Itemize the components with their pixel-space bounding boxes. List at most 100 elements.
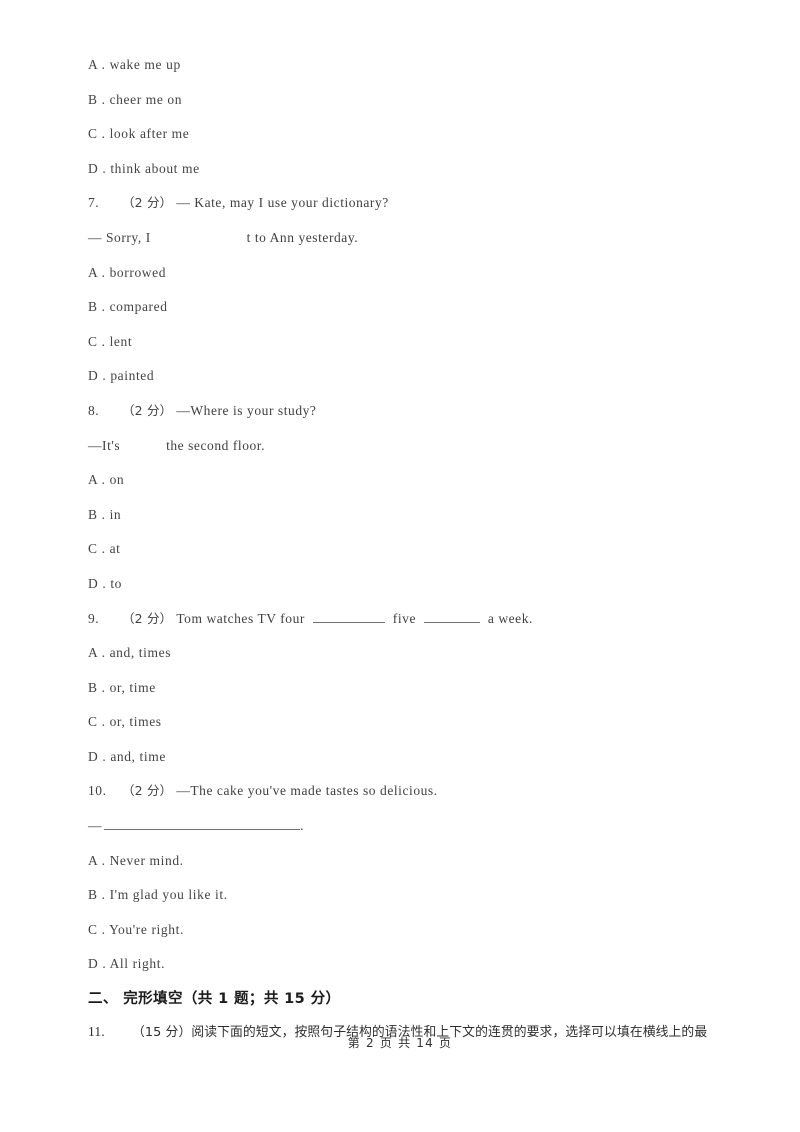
option-separator: .: [102, 368, 107, 384]
question-text-before-blank: — Sorry, I: [88, 229, 151, 245]
option-text: and, times: [109, 645, 172, 661]
option-letter: D: [88, 956, 99, 972]
question-text: —Where is your study?: [176, 402, 317, 418]
option-text: You're right.: [109, 921, 184, 937]
option-separator: .: [102, 160, 107, 176]
option-letter: A: [88, 472, 98, 488]
option-row: C . look after me: [88, 117, 758, 152]
option-text: to: [110, 575, 123, 591]
option-separator: .: [101, 852, 106, 868]
option-separator: .: [101, 333, 106, 349]
option-row: A . borrowed: [88, 256, 758, 291]
option-separator: .: [101, 541, 106, 557]
option-separator: .: [102, 748, 107, 764]
option-letter: D: [88, 748, 99, 764]
option-letter: A: [88, 264, 98, 280]
question-score: （2 分）: [121, 195, 173, 211]
option-row: C . or, times: [88, 705, 758, 740]
option-letter: D: [88, 575, 99, 591]
option-text: compared: [109, 299, 168, 315]
option-text: painted: [110, 368, 155, 384]
option-letter: A: [88, 645, 98, 661]
option-separator: .: [102, 575, 107, 591]
option-letter: A: [88, 852, 98, 868]
question-text-part-2: five: [392, 610, 416, 626]
option-letter: D: [88, 160, 99, 176]
question-score: （2 分）: [121, 783, 173, 799]
option-row: A . and, times: [88, 636, 758, 671]
question-number: 9.: [88, 610, 100, 626]
option-letter: B: [88, 299, 98, 315]
answer-blank-2: [423, 609, 480, 623]
question-number: 8.: [88, 402, 100, 418]
option-separator: .: [101, 714, 106, 730]
option-row: B . in: [88, 498, 758, 533]
option-text: lent: [109, 333, 133, 349]
question-text: — Kate, may I use your dictionary?: [176, 195, 389, 211]
question-stem: 8. （2 分） —Where is your study?: [88, 394, 758, 429]
option-letter: C: [88, 921, 98, 937]
question-text-before-blank: —It's: [88, 437, 121, 453]
option-letter: C: [88, 714, 98, 730]
question-text-after-blank: the second floor.: [166, 437, 266, 453]
option-text: and, time: [110, 748, 166, 764]
option-text: or, time: [109, 679, 156, 695]
question-text: —The cake you've made tastes so deliciou…: [176, 783, 438, 799]
option-text: in: [109, 506, 122, 522]
option-row: D . painted: [88, 359, 758, 394]
option-letter: A: [88, 57, 98, 72]
option-text: cheer me on: [109, 91, 183, 107]
exam-page: A . wake me up B . cheer me on C . look …: [0, 0, 800, 1132]
option-text: at: [109, 541, 121, 557]
option-row: C . lent: [88, 325, 758, 360]
option-row: C . at: [88, 532, 758, 567]
option-separator: .: [101, 264, 106, 280]
page-content: A . wake me up B . cheer me on C . look …: [88, 48, 758, 1048]
answer-blank-1: [312, 609, 385, 623]
option-row: D . All right.: [88, 947, 758, 982]
option-text: I'm glad you like it.: [109, 887, 228, 903]
option-row: A . Never mind.: [88, 844, 758, 879]
option-row: D . think about me: [88, 152, 758, 187]
answer-blank-full: [104, 816, 301, 831]
option-separator: .: [101, 645, 106, 661]
option-separator: .: [101, 472, 106, 488]
option-text: Never mind.: [109, 852, 184, 868]
question-stem: 7. （2 分） — Kate, may I use your dictiona…: [88, 186, 758, 221]
option-letter: B: [88, 506, 98, 522]
question-score: （2 分）: [121, 402, 173, 418]
option-letter: B: [88, 887, 98, 903]
option-letter: D: [88, 368, 99, 384]
question-stem: 10. （2 分） —The cake you've made tastes s…: [88, 774, 758, 809]
question-text-after-blank: .: [300, 818, 304, 834]
option-letter: C: [88, 126, 98, 142]
option-text: wake me up: [109, 57, 181, 72]
option-text: or, times: [109, 714, 162, 730]
option-separator: .: [101, 887, 106, 903]
option-row: D . and, time: [88, 740, 758, 775]
option-separator: .: [101, 57, 106, 72]
option-text: on: [109, 472, 125, 488]
question-text-part-1: Tom watches TV four: [176, 610, 305, 626]
option-text: look after me: [109, 126, 190, 142]
option-separator: .: [101, 506, 106, 522]
question-text-after-blank: t to Ann yesterday.: [246, 229, 359, 245]
option-letter: B: [88, 679, 98, 695]
option-row: D . to: [88, 567, 758, 602]
option-row: B . or, time: [88, 671, 758, 706]
question-dash: —: [88, 818, 103, 834]
option-row: B . cheer me on: [88, 83, 758, 118]
question-stem-second-line: —It's the second floor.: [88, 429, 758, 464]
option-row: B . I'm glad you like it.: [88, 878, 758, 913]
question-stem: 9. （2 分） Tom watches TV four five a week…: [88, 602, 758, 637]
page-footer: 第 2 页 共 14 页: [347, 1036, 453, 1050]
option-letter: B: [88, 91, 98, 107]
option-separator: .: [101, 91, 106, 107]
question-stem-second-line: —.: [88, 809, 758, 844]
question-text-part-3: a week.: [487, 610, 533, 626]
option-separator: .: [101, 679, 106, 695]
section-heading: 二、 完形填空（共 1 题；共 15 分）: [88, 991, 341, 1008]
question-number: 7.: [88, 195, 100, 211]
option-row: B . compared: [88, 290, 758, 325]
option-row: A . on: [88, 463, 758, 498]
